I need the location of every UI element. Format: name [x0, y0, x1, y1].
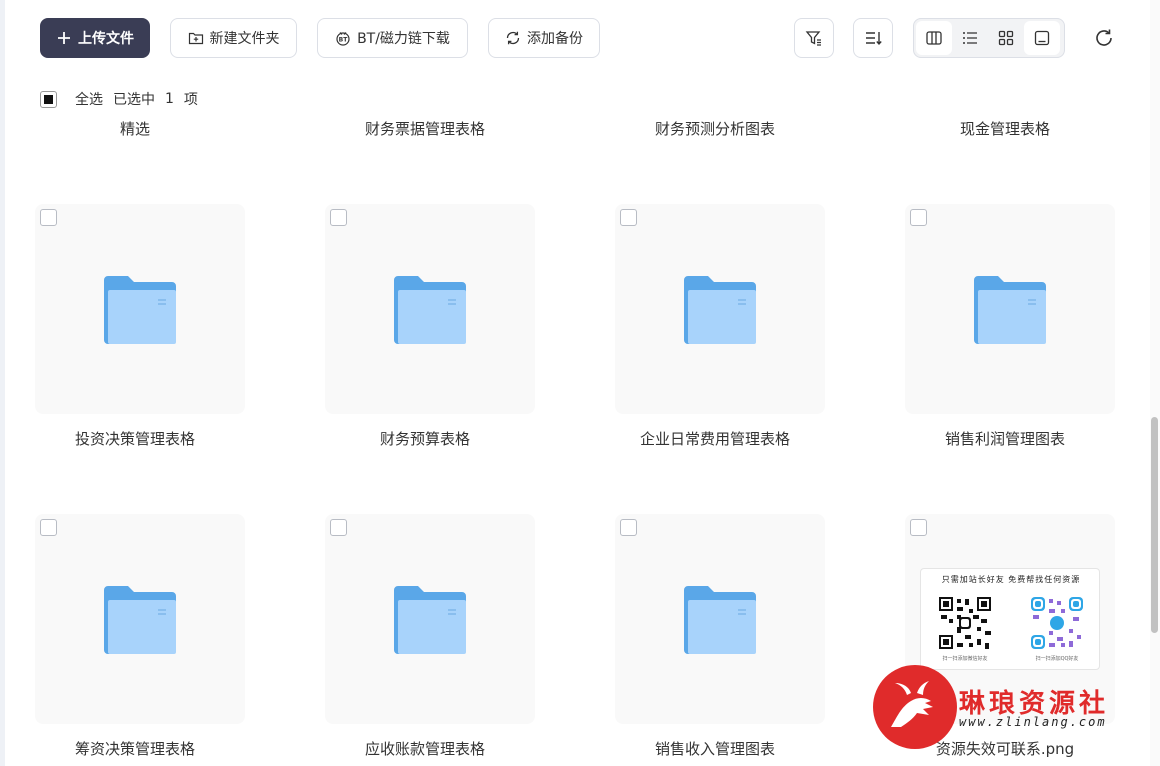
view-list-option[interactable]: [952, 21, 988, 55]
checkbox-indeterminate-mark: [44, 94, 53, 104]
view-grid-option[interactable]: [988, 21, 1024, 55]
bt-magnet-label: BT/磁力链下载: [357, 31, 450, 47]
thumbnail-title: 只需加站长好友 免费帮找任何资源: [941, 575, 1081, 584]
scrollbar-thumb[interactable]: [1151, 417, 1158, 633]
selected-prefix: 已选中: [113, 92, 155, 108]
item-checkbox[interactable]: [910, 519, 927, 536]
item-name[interactable]: 财务预算表格: [320, 428, 530, 449]
item-checkbox[interactable]: [620, 209, 637, 226]
item-name[interactable]: 投资决策管理表格: [30, 428, 240, 449]
watermark-url: www.zlinlang.com: [959, 715, 1107, 729]
selected-suffix: 项: [183, 92, 198, 108]
item-checkbox[interactable]: [40, 209, 57, 226]
new-folder-label: 新建文件夹: [209, 31, 280, 47]
item-name[interactable]: 企业日常费用管理表格: [610, 428, 820, 449]
folder-card[interactable]: [325, 204, 535, 414]
dragon-head-icon: [891, 681, 933, 727]
folder-card[interactable]: [325, 514, 535, 724]
item-name[interactable]: 销售收入管理图表: [610, 738, 820, 759]
columns-icon: [926, 31, 942, 45]
item-label[interactable]: 财务预测分析图表: [610, 118, 820, 139]
view-mode-switcher: [913, 18, 1065, 58]
qq-qr-icon: [1029, 595, 1085, 651]
svg-text:BT: BT: [339, 37, 349, 44]
item-name[interactable]: 应收账款管理表格: [320, 738, 530, 759]
add-backup-label: 添加备份: [527, 31, 583, 47]
filter-button[interactable]: [794, 18, 834, 58]
folder-card[interactable]: [615, 204, 825, 414]
folder-card[interactable]: [905, 204, 1115, 414]
wechat-qr-icon: [937, 595, 993, 651]
item-checkbox[interactable]: [910, 209, 927, 226]
folder-icon: [394, 276, 466, 344]
folder-plus-icon: [188, 32, 203, 45]
upload-file-label: 上传文件: [78, 31, 134, 47]
upload-file-button[interactable]: 上传文件: [40, 18, 150, 58]
item-label[interactable]: 财务票据管理表格: [320, 118, 530, 139]
folder-icon: [974, 276, 1046, 344]
select-all-checkbox[interactable]: [40, 90, 57, 108]
sync-icon: [506, 31, 520, 45]
folder-icon: [684, 276, 756, 344]
wechat-caption: 扫一扫添加微信好友: [942, 656, 988, 662]
grid-icon: [998, 30, 1014, 46]
image-thumbnail: 只需加站长好友 免费帮找任何资源 扫一扫添加微信好友 扫一扫添加QQ好友: [920, 568, 1100, 670]
left-frame-edge: [0, 0, 5, 766]
item-checkbox[interactable]: [620, 519, 637, 536]
folder-icon: [104, 276, 176, 344]
select-all-label[interactable]: 全选: [75, 89, 103, 109]
preview-panel-icon: [1034, 30, 1050, 46]
list-icon: [963, 32, 977, 44]
new-folder-button[interactable]: 新建文件夹: [170, 18, 297, 58]
folder-icon: [684, 586, 756, 654]
item-label[interactable]: 现金管理表格: [900, 118, 1110, 139]
item-checkbox[interactable]: [330, 209, 347, 226]
dragon-logo-icon: [873, 665, 957, 749]
folder-icon: [394, 586, 466, 654]
sort-button[interactable]: [853, 18, 893, 58]
qq-caption: 扫一扫添加QQ好友: [1035, 656, 1079, 662]
item-checkbox[interactable]: [330, 519, 347, 536]
selection-bar: 全选 已选中 1 项: [40, 89, 208, 109]
selected-count: 1: [165, 91, 174, 107]
scrollbar-track[interactable]: [1150, 0, 1160, 766]
add-backup-button[interactable]: 添加备份: [488, 18, 600, 58]
refresh-icon[interactable]: [1093, 27, 1115, 49]
site-watermark: 琳琅资源社 www.zlinlang.com: [873, 665, 1143, 760]
folder-card[interactable]: [35, 514, 245, 724]
item-name[interactable]: 销售利润管理图表: [900, 428, 1110, 449]
folder-icon: [104, 586, 176, 654]
folder-card[interactable]: [35, 204, 245, 414]
sort-icon: [866, 32, 882, 46]
plus-icon: [58, 32, 70, 44]
item-name[interactable]: 筹资决策管理表格: [30, 738, 240, 759]
item-checkbox[interactable]: [40, 519, 57, 536]
filter-icon: [805, 31, 821, 46]
item-label[interactable]: 精选: [30, 118, 240, 139]
bt-magnet-download-button[interactable]: BT BT/磁力链下载: [317, 18, 468, 58]
bt-icon: BT: [336, 32, 350, 46]
view-preview-option[interactable]: [1024, 21, 1060, 55]
folder-card[interactable]: [615, 514, 825, 724]
view-column-option[interactable]: [916, 21, 952, 55]
